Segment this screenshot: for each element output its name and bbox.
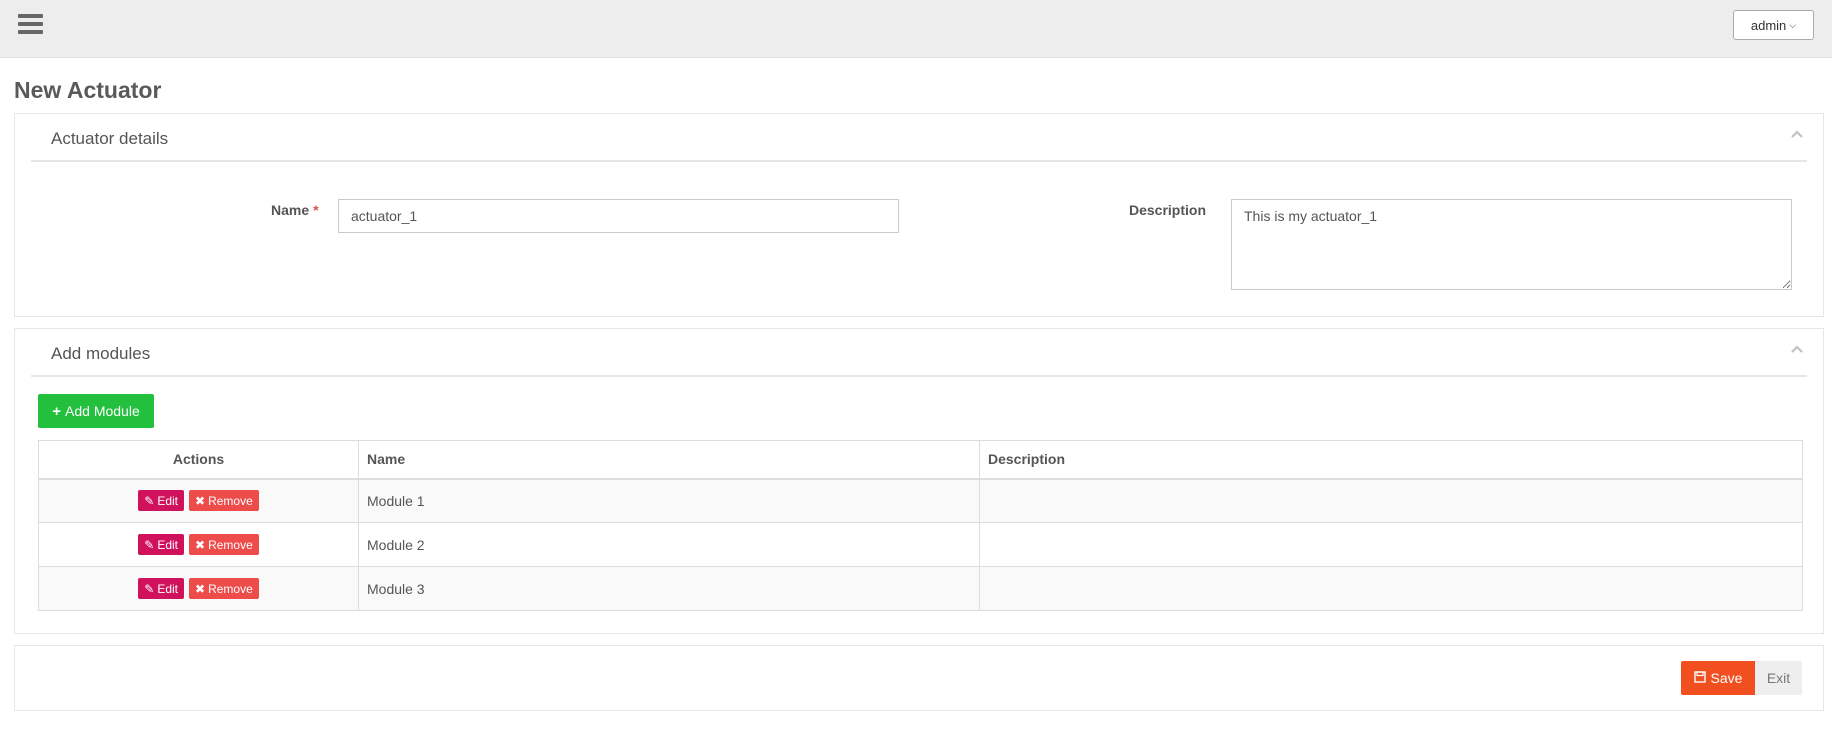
floppy-disk-icon	[1693, 670, 1706, 686]
module-name-cell: Module 3	[358, 566, 980, 611]
add-modules-panel: Add modules + Add Module Actions Name De…	[14, 328, 1824, 634]
actions-cell: ✎ Edit ✖ Remove	[38, 566, 359, 611]
actuator-details-panel: Actuator details Name* Description This …	[14, 113, 1824, 317]
exit-button[interactable]: Exit	[1755, 661, 1802, 695]
edit-icon: ✎	[144, 537, 155, 552]
save-label: Save	[1710, 670, 1743, 686]
description-label: Description	[1129, 202, 1207, 218]
actions-cell: ✎ Edit ✖ Remove	[38, 478, 359, 523]
close-icon: ✖	[195, 537, 206, 552]
edit-icon: ✎	[144, 493, 155, 508]
panel-title: Actuator details	[51, 129, 169, 148]
module-description-cell	[979, 566, 1803, 611]
panel-title: Add modules	[51, 344, 151, 363]
name-label: Name *	[271, 202, 319, 218]
column-header-actions[interactable]: Actions	[38, 440, 359, 480]
add-module-label: Add Module	[65, 403, 140, 419]
form-actions-panel: Save Exit	[14, 645, 1824, 711]
module-description-cell	[979, 478, 1803, 523]
name-input[interactable]	[338, 199, 899, 233]
module-name-cell: Module 1	[358, 478, 980, 523]
panel-header: Actuator details	[31, 114, 1807, 162]
user-name: admin	[1750, 17, 1787, 33]
panel-header: Add modules	[31, 329, 1807, 377]
close-icon: ✖	[195, 581, 206, 596]
table-header-row: Actions Name Description	[38, 440, 1803, 480]
save-button[interactable]: Save	[1681, 661, 1755, 695]
add-module-button[interactable]: + Add Module	[38, 394, 154, 428]
module-name-cell: Module 2	[358, 522, 980, 567]
required-marker: *	[313, 202, 319, 218]
description-textarea[interactable]: This is my actuator_1	[1231, 199, 1792, 290]
table-row: ✎ Edit ✖ Remove Module 3	[38, 566, 1803, 611]
module-description-cell	[979, 522, 1803, 567]
page-title: New Actuator	[14, 77, 162, 103]
hamburger-icon[interactable]	[18, 14, 43, 36]
table-row: ✎ Edit ✖ Remove Module 2	[38, 522, 1803, 567]
actions-cell: ✎ Edit ✖ Remove	[38, 522, 359, 567]
remove-button[interactable]: ✖ Remove	[189, 534, 259, 555]
edit-icon: ✎	[144, 581, 155, 596]
remove-button[interactable]: ✖ Remove	[189, 490, 259, 512]
chevron-down-icon: ⌵	[1789, 19, 1797, 30]
chevron-up-icon[interactable]	[1787, 127, 1807, 147]
modules-table: Actions Name Description ✎ Edit ✖ Remove	[38, 440, 1803, 611]
plus-icon: +	[52, 402, 62, 420]
column-header-description[interactable]: Description	[979, 440, 1803, 480]
user-menu-button[interactable]: admin ⌵	[1733, 10, 1814, 40]
edit-button[interactable]: ✎ Edit	[138, 490, 184, 512]
column-header-name[interactable]: Name	[358, 440, 980, 480]
top-navbar: admin ⌵	[0, 0, 1832, 58]
edit-button[interactable]: ✎ Edit	[138, 578, 184, 599]
close-icon: ✖	[195, 493, 206, 508]
chevron-up-icon[interactable]	[1787, 342, 1807, 362]
remove-button[interactable]: ✖ Remove	[189, 578, 259, 599]
edit-button[interactable]: ✎ Edit	[138, 534, 184, 555]
table-row: ✎ Edit ✖ Remove Module 1	[38, 478, 1803, 523]
